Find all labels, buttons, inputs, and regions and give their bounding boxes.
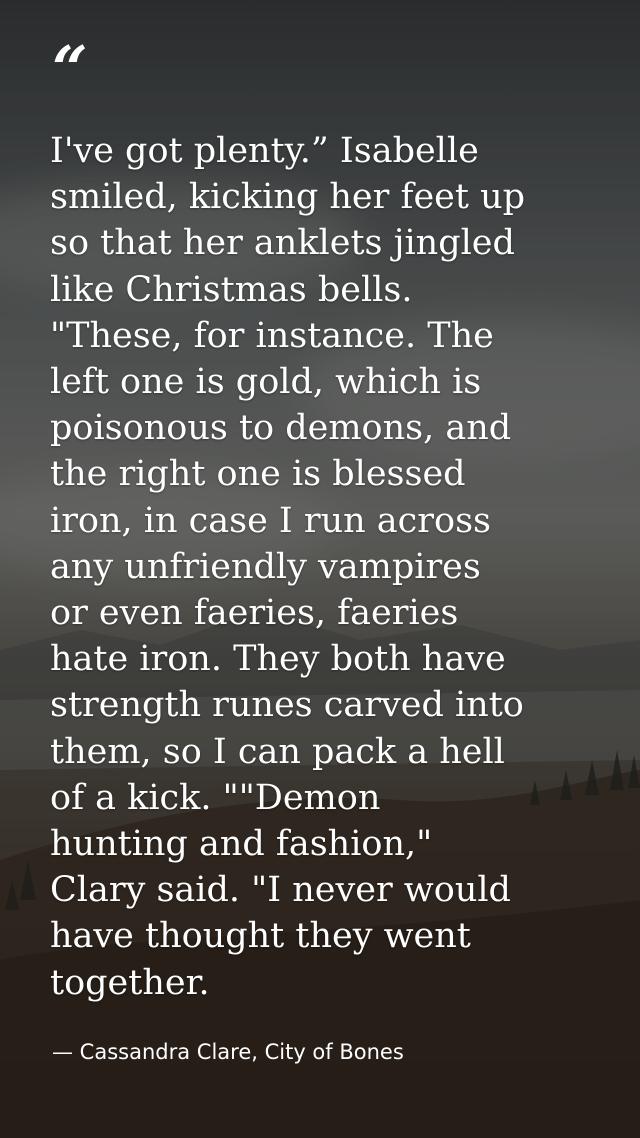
- quote-line: left one is gold, which is: [50, 362, 482, 403]
- quote-mark: “: [52, 32, 88, 105]
- quote-line: them, so I can pack a hell: [50, 731, 505, 772]
- quote-line: hunting and fashion,": [50, 824, 433, 865]
- quote-line: any unfriendly vampires: [50, 546, 481, 587]
- quote-line: have thought they went: [50, 916, 471, 957]
- quote-line: smiled, kicking her feet up: [50, 177, 526, 218]
- quote-line: poisonous to demons, and: [50, 408, 512, 449]
- quote-line: "These, for instance. The: [50, 315, 494, 356]
- quote-line: Clary said. "I never would: [50, 870, 511, 911]
- quote-line: or even faeries, faeries: [50, 593, 459, 634]
- quote-line: of a kick. ""Demon: [50, 777, 381, 818]
- quote-attribution: — Cassandra Clare, City of Bones: [52, 1040, 404, 1064]
- quote-line: iron, in case I run across: [50, 500, 492, 541]
- quote-line: hate iron. They both have: [50, 639, 506, 680]
- quote-line: like Christmas bells.: [50, 269, 413, 310]
- quote-line: so that her anklets jingled: [50, 223, 515, 264]
- quote-line: strength runes carved into: [50, 685, 524, 726]
- quote-line: together.: [50, 962, 210, 1003]
- quote-line: I've got plenty.” Isabelle: [50, 131, 479, 171]
- quote-text: I've got plenty.” Isabelle smiled, kickin…: [50, 128, 610, 1006]
- quote-line: the right one is blessed: [50, 454, 466, 495]
